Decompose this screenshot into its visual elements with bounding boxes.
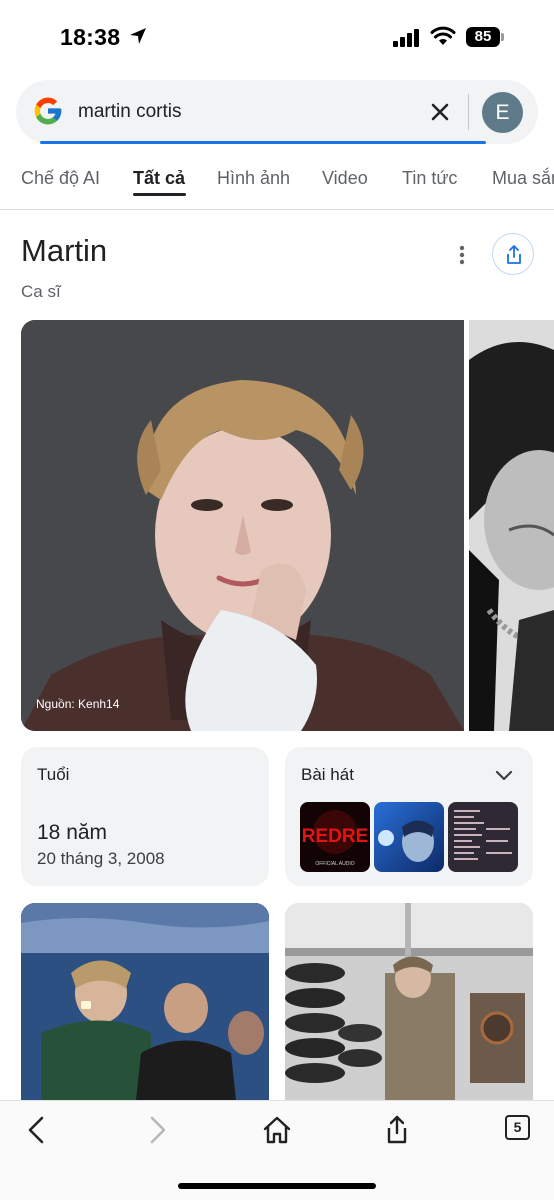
song-thumbnail-2[interactable] — [374, 802, 444, 872]
tab-switcher-button[interactable]: 5 — [505, 1115, 530, 1140]
industrial-illustration — [285, 903, 533, 1100]
age-label: Tuổi — [37, 765, 70, 784]
portrait-illustration — [21, 320, 464, 731]
search-focus-underline — [40, 141, 486, 144]
concert-illustration — [21, 903, 269, 1100]
song-cover-1-title: REDRE — [302, 826, 369, 847]
battery-indicator: 85 — [466, 27, 504, 47]
status-time: 18:38 — [60, 24, 121, 50]
age-value: 18 năm — [37, 821, 108, 844]
songs-card[interactable]: Bài hát REDRE OFFICIAL AUDIO — [285, 747, 533, 886]
tab-ai-mode[interactable]: Chế độ AI — [21, 168, 100, 189]
share-page-icon[interactable] — [377, 1113, 417, 1147]
concert-photo[interactable] — [21, 903, 269, 1100]
songs-label: Bài hát — [301, 765, 354, 784]
tab-shopping[interactable]: Mua sắm — [492, 168, 554, 189]
song-thumbnail-3[interactable] — [448, 802, 518, 872]
share-icon — [507, 245, 521, 264]
tab-videos[interactable]: Video — [322, 168, 368, 189]
side-photo[interactable] — [469, 320, 554, 731]
active-tab-indicator — [133, 193, 186, 196]
google-logo-icon — [34, 97, 62, 125]
clear-search-icon[interactable] — [427, 99, 453, 125]
back-arrow-icon[interactable] — [18, 1113, 58, 1147]
chevron-down-icon[interactable] — [493, 767, 515, 783]
tab-images[interactable]: Hình ảnh — [217, 168, 290, 189]
main-photo[interactable] — [21, 320, 464, 731]
photo-credit: Nguồn: Kenh14 — [36, 697, 120, 711]
tab-all[interactable]: Tất cả — [133, 168, 185, 189]
search-divider — [468, 94, 469, 130]
side-portrait-illustration — [469, 320, 554, 731]
search-input[interactable]: martin cortis — [78, 101, 181, 123]
song-cover-1: REDRE OFFICIAL AUDIO — [300, 802, 370, 872]
tab-news[interactable]: Tin tức — [402, 168, 457, 189]
industrial-photo[interactable] — [285, 903, 533, 1100]
birth-date: 20 tháng 3, 2008 — [37, 849, 165, 868]
share-button[interactable] — [492, 233, 534, 275]
entity-title: Martin — [21, 233, 108, 268]
location-arrow-icon — [130, 28, 146, 44]
more-options-icon[interactable] — [452, 243, 472, 267]
entity-subtitle: Ca sĩ — [21, 282, 61, 301]
song-cover-2 — [374, 802, 444, 872]
status-bar: 18:38 85 — [0, 0, 554, 76]
wifi-icon — [430, 26, 456, 45]
battery-level: 85 — [474, 28, 492, 45]
forward-arrow-icon[interactable] — [136, 1113, 176, 1147]
battery-cap — [501, 33, 504, 41]
home-indicator — [178, 1183, 376, 1189]
song-cover-3 — [448, 802, 518, 872]
age-card[interactable]: Tuổi 18 năm 20 tháng 3, 2008 — [21, 747, 269, 886]
home-icon[interactable] — [257, 1113, 297, 1147]
song-cover-1-subtitle: OFFICIAL AUDIO — [315, 861, 354, 867]
cellular-signal-icon — [393, 29, 419, 47]
search-tabs: Chế độ AI Tất cả Hình ảnh Video Tin tức … — [0, 160, 554, 210]
account-avatar[interactable]: E — [482, 92, 523, 133]
song-thumbnail-1[interactable]: REDRE OFFICIAL AUDIO — [300, 802, 370, 872]
